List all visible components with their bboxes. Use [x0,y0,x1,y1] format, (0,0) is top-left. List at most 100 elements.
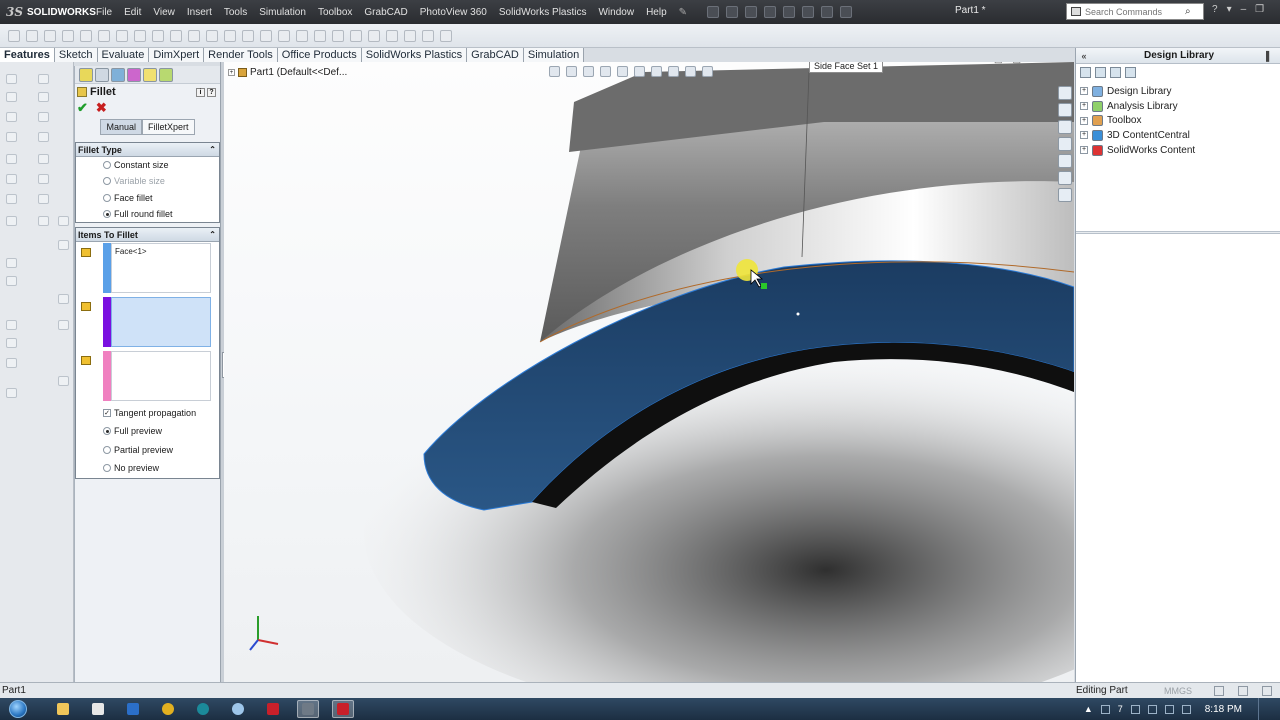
rebuild-status-icon[interactable] [1238,685,1248,696]
undo-icon[interactable] [783,6,796,18]
create-folder-icon[interactable] [1110,67,1121,78]
tray-icon[interactable] [1130,704,1140,714]
refresh-icon[interactable] [1125,67,1136,78]
search-tab-icon[interactable] [1058,188,1072,202]
view-orientation-icon[interactable] [617,66,628,77]
menu-plastics[interactable]: SolidWorks Plastics [493,7,593,18]
view-palette-icon[interactable] [1058,137,1072,151]
menu-insert[interactable]: Insert [181,7,218,18]
file-explorer-icon[interactable] [1058,120,1072,134]
tool-icon[interactable] [58,320,69,330]
revolve-icon[interactable] [26,29,38,42]
fillet-type-header[interactable]: Fillet Type ⌃ [76,143,219,157]
volume-icon[interactable] [1164,704,1174,714]
menu-file[interactable]: File [90,7,118,18]
shell-icon[interactable] [170,29,182,42]
split-icon[interactable] [314,29,326,42]
new-icon[interactable] [707,6,720,18]
property-manager-tab-icon[interactable] [95,68,109,82]
tab-render-tools[interactable]: Render Tools [204,48,278,62]
tab-office-products[interactable]: Office Products [277,48,362,62]
tab-grabcad[interactable]: GrabCAD [467,48,524,62]
selection-filter-icon[interactable] [81,302,91,312]
maximize-icon[interactable]: ❐ [1046,62,1054,65]
tab-dimxpert[interactable]: DimXpert [149,48,205,62]
menu-edit[interactable]: Edit [118,7,147,18]
zoom-area-icon[interactable] [566,66,577,77]
selection-list-box[interactable]: Face<1> [111,243,211,294]
tab-filletxpert[interactable]: FilletXpert [142,119,195,135]
tray-number[interactable]: 7 [1118,704,1123,714]
tray-expand-icon[interactable]: ▲ [1084,704,1093,714]
tool-icon[interactable] [6,154,17,164]
tab-features[interactable]: Features [0,48,55,62]
previous-view-icon[interactable] [583,66,594,77]
pin-icon[interactable]: ✎ [673,7,693,18]
tree-item[interactable]: + Analysis Library [1080,99,1280,114]
status-units[interactable]: MMGS [1164,686,1214,696]
chamfer-icon[interactable] [134,29,146,42]
solidworks-resources-icon[interactable] [1058,86,1072,100]
mirror-icon[interactable] [206,29,218,42]
tool-icon[interactable] [6,358,17,368]
tool-icon[interactable] [38,112,49,122]
tray-icon[interactable] [1100,704,1110,714]
pin-icon[interactable]: ▌ [1266,51,1280,61]
expand-icon[interactable]: + [1080,146,1088,155]
menu-tools[interactable]: Tools [218,7,253,18]
collapse-icon[interactable]: ⌃ [209,230,216,239]
tool-icon[interactable] [58,216,69,226]
tool-icon[interactable] [6,216,17,226]
preview-option[interactable]: No preview [76,459,219,478]
section-view-icon[interactable] [600,66,611,77]
apply-scene-icon[interactable] [685,66,696,77]
design-library-tab-icon[interactable] [1058,103,1072,117]
radio-button[interactable] [103,210,111,219]
recorder-app[interactable] [297,700,319,718]
custom-properties-icon[interactable] [1058,171,1072,185]
help-icon[interactable]: ? [207,87,216,97]
selection-filter-icon[interactable] [81,356,91,366]
menu-help[interactable]: Help [640,7,673,18]
search-scope-icon[interactable] [1071,7,1081,16]
tree-item[interactable]: +3D ContentCentral [1080,128,1280,143]
tray-icon[interactable] [1181,704,1191,714]
flex-icon[interactable] [404,29,416,42]
tool-icon[interactable] [6,132,17,142]
show-desktop-button[interactable] [1258,698,1268,720]
tool-icon[interactable] [6,74,17,84]
fillet-tool-icon[interactable] [116,29,128,42]
save-icon[interactable] [745,6,758,18]
tool-icon[interactable] [58,376,69,386]
wrap-icon[interactable] [278,29,290,42]
tab-solidworks-plastics[interactable]: SolidWorks Plastics [361,48,468,62]
chrome-app[interactable] [157,700,179,718]
draft-icon[interactable] [188,29,200,42]
menu-grabcad[interactable]: GrabCAD [358,7,413,18]
collapse-pane-icon[interactable]: « [1076,51,1092,61]
dome-icon[interactable] [296,29,308,42]
print-icon[interactable] [764,6,777,18]
extrude-icon[interactable] [8,29,20,42]
add-file-location-icon[interactable] [1095,67,1106,78]
settings-app[interactable] [227,700,249,718]
media-app[interactable] [87,700,109,718]
tangent-propagation-checkbox[interactable]: ✓ [103,409,111,418]
tool-icon[interactable] [6,258,17,268]
model-view[interactable] [224,62,1074,682]
tab-evaluate[interactable]: Evaluate [97,48,150,62]
radio-button[interactable] [103,161,111,170]
curves-icon[interactable] [242,29,254,42]
collapse-icon[interactable]: ⌃ [209,145,216,154]
refgeom-icon[interactable] [260,29,272,42]
help-status-icon[interactable] [1262,685,1272,696]
tool-icon[interactable] [38,92,49,102]
rebuild-icon[interactable] [821,6,834,18]
configuration-manager-tab-icon[interactable] [111,68,125,82]
fillet-type-option[interactable]: Face fillet [76,190,219,206]
network-icon[interactable] [1147,704,1157,714]
preview-option[interactable]: Full preview [76,422,219,441]
loft-icon[interactable] [62,29,74,42]
tool-icon[interactable] [38,74,49,84]
solidworks-app-2[interactable] [332,700,354,718]
